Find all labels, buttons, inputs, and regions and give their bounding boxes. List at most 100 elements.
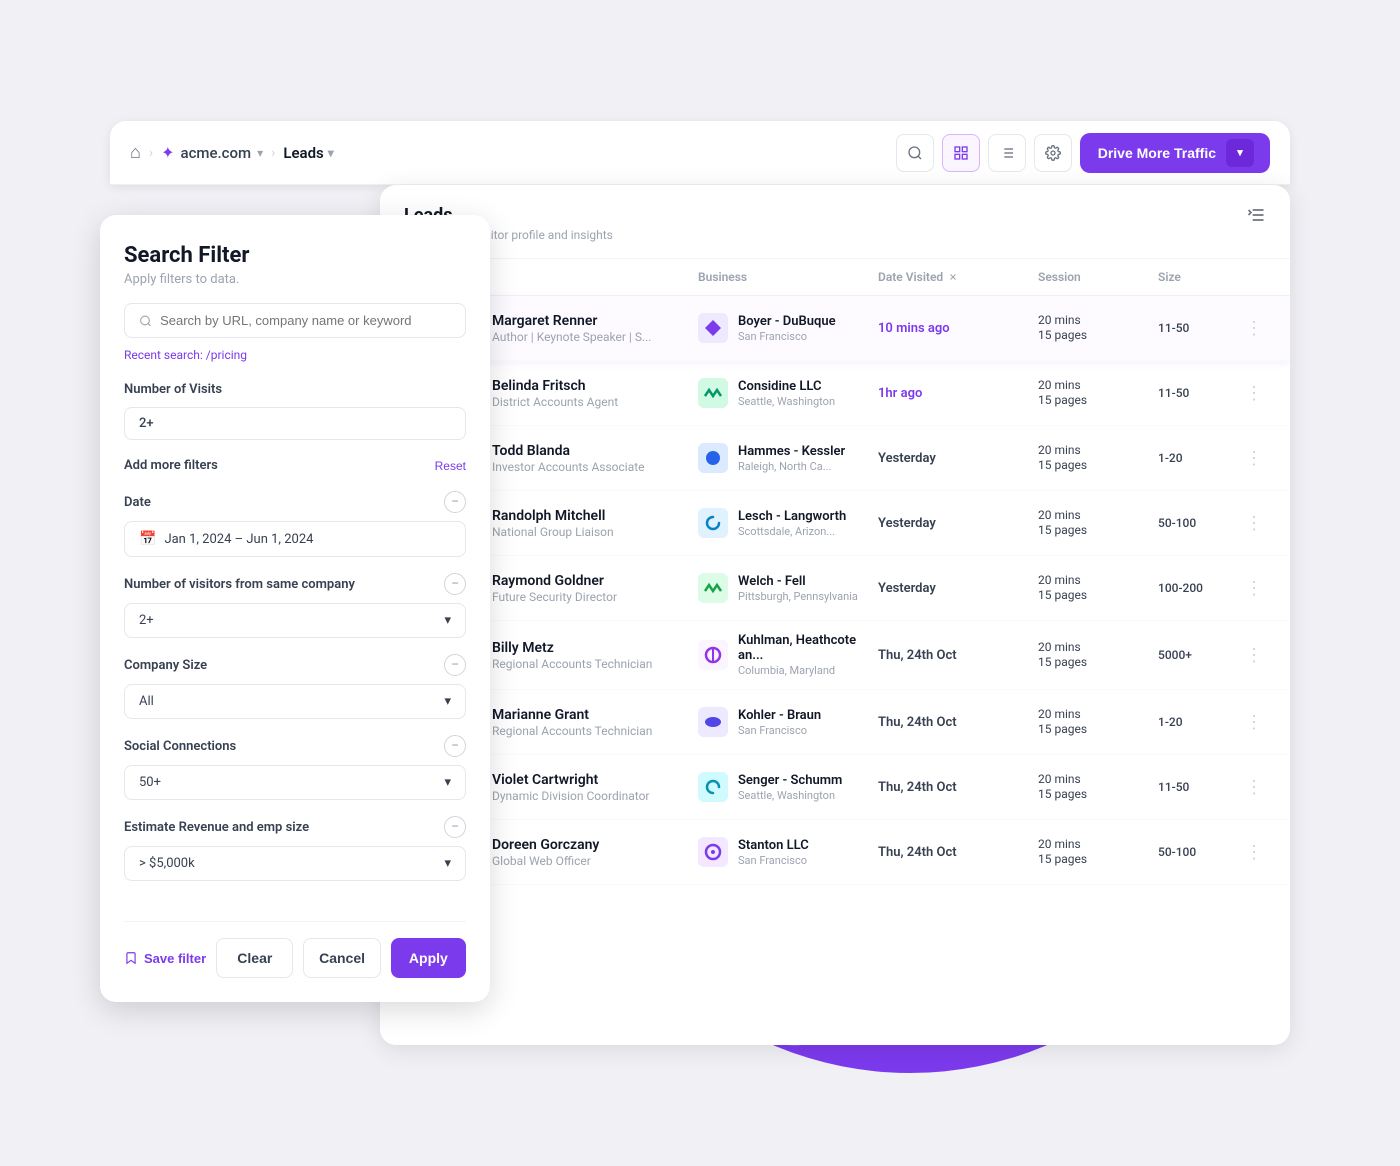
business-text: Hammes - Kessler Raleigh, North Ca... (738, 444, 845, 473)
apply-button[interactable]: Apply (391, 938, 466, 978)
business-name: Boyer - DuBuque (738, 314, 836, 329)
company-size-filter-row: Company Size − All ▾ (124, 654, 466, 719)
table-row: MG Marianne Grant Regional Accounts Tech… (380, 690, 1290, 755)
business-text: Kohler - Braun San Francisco (738, 708, 821, 737)
grid-view-button[interactable] (942, 134, 980, 172)
date-label: Date (124, 495, 151, 510)
date-value: Jan 1, 2024 – Jun 1, 2024 (164, 532, 313, 547)
more-options-button[interactable]: ⋮ (1238, 383, 1270, 404)
company-size-select[interactable]: All ▾ (124, 684, 466, 719)
business-location: Seattle, Washington (738, 789, 842, 802)
session-info: 20 mins 15 pages (1038, 443, 1158, 473)
table-row: RM Randolph Mitchell National Group Liai… (380, 491, 1290, 556)
save-filter-button[interactable]: Save filter (124, 951, 206, 966)
session-duration: 20 mins (1038, 707, 1158, 721)
list-view-button[interactable] (988, 134, 1026, 172)
leads-label: Leads (283, 144, 323, 162)
company-size-remove-button[interactable]: − (444, 654, 466, 676)
size-badge: 100-200 (1158, 581, 1238, 595)
lead-text: Randolph Mitchell National Group Liaison (492, 508, 614, 539)
acme-star-icon: ✦ (161, 143, 174, 162)
social-connections-remove-button[interactable]: − (444, 735, 466, 757)
clear-button[interactable]: Clear (216, 938, 293, 978)
business-logo (698, 837, 728, 867)
lead-name: Belinda Fritsch (492, 378, 618, 394)
more-options-button[interactable]: ⋮ (1238, 712, 1270, 733)
lead-name: Randolph Mitchell (492, 508, 614, 524)
lead-job-title: Dynamic Division Coordinator (492, 789, 650, 803)
same-company-remove-button[interactable]: − (444, 573, 466, 595)
estimate-filter-row: Estimate Revenue and emp size − > $5,000… (124, 816, 466, 881)
business-text: Welch - Fell Pittsburgh, Pennsylvania (738, 574, 858, 603)
lead-job-title: District Accounts Agent (492, 395, 618, 409)
lead-name: Todd Blanda (492, 443, 645, 459)
search-input[interactable] (160, 313, 451, 328)
cancel-button[interactable]: Cancel (303, 938, 380, 978)
more-options-button[interactable]: ⋮ (1238, 645, 1270, 666)
num-visits-section: Number of Visits 2+ (124, 382, 466, 440)
date-remove-button[interactable]: − (444, 491, 466, 513)
th-session: Session (1038, 270, 1158, 284)
th-date-label: Date Visited (878, 270, 943, 284)
search-button[interactable] (896, 134, 934, 172)
session-pages: 15 pages (1038, 588, 1158, 602)
size-badge: 5000+ (1158, 648, 1238, 662)
business-logo (698, 378, 728, 408)
settings-button[interactable] (1034, 134, 1072, 172)
th-business: Business (698, 270, 878, 284)
drive-traffic-button[interactable]: Drive More Traffic ▾ (1080, 133, 1270, 173)
add-more-filters: Add more filters Reset (124, 458, 466, 473)
th-date-visited[interactable]: Date Visited (878, 270, 1038, 284)
session-pages: 15 pages (1038, 523, 1158, 537)
sort-icon[interactable] (1246, 205, 1266, 230)
date-visited: Yesterday (878, 581, 1038, 596)
social-connections-label: Social Connections (124, 739, 236, 754)
business-text: Stanton LLC San Francisco (738, 838, 809, 867)
date-input[interactable]: 📅 Jan 1, 2024 – Jun 1, 2024 (124, 521, 466, 557)
business-info: Considine LLC Seattle, Washington (698, 378, 878, 408)
estimate-select[interactable]: > $5,000k ▾ (124, 846, 466, 881)
filter-footer: Save filter Clear Cancel Apply (124, 921, 466, 978)
business-logo (698, 640, 728, 670)
home-icon[interactable]: ⌂ (130, 142, 141, 163)
more-options-button[interactable]: ⋮ (1238, 513, 1270, 534)
search-box[interactable] (124, 303, 466, 338)
breadcrumb-site[interactable]: ✦ acme.com ▾ (161, 143, 263, 162)
business-location: Seattle, Washington (738, 395, 835, 408)
date-visited: 10 mins ago (878, 321, 1038, 336)
business-name: Lesch - Langworth (738, 509, 846, 524)
business-info: Welch - Fell Pittsburgh, Pennsylvania (698, 573, 878, 603)
social-connections-chevron: ▾ (444, 775, 451, 790)
session-duration: 20 mins (1038, 508, 1158, 522)
drive-traffic-label: Drive More Traffic (1098, 145, 1216, 161)
estimate-remove-button[interactable]: − (444, 816, 466, 838)
table-row: MR Margaret Renner Author | Keynote Spea… (380, 296, 1290, 361)
breadcrumb-leads[interactable]: Leads ▾ (283, 144, 333, 162)
session-pages: 15 pages (1038, 852, 1158, 866)
business-info: Lesch - Langworth Scottsdale, Arizon... (698, 508, 878, 538)
lead-name: Billy Metz (492, 640, 652, 656)
size-badge: 1-20 (1158, 451, 1238, 465)
more-options-button[interactable]: ⋮ (1238, 318, 1270, 339)
same-company-select[interactable]: 2+ ▾ (124, 603, 466, 638)
same-company-label: Number of visitors from same company (124, 577, 355, 592)
lead-job-title: Investor Accounts Associate (492, 460, 645, 474)
more-options-button[interactable]: ⋮ (1238, 448, 1270, 469)
th-size: Size (1158, 270, 1238, 284)
size-badge: 11-50 (1158, 386, 1238, 400)
social-connections-row-header: Social Connections − (124, 735, 466, 757)
leads-table: Lead Business Date Visited Session Size … (380, 259, 1290, 885)
business-info: Senger - Schumm Seattle, Washington (698, 772, 878, 802)
session-info: 20 mins 15 pages (1038, 313, 1158, 343)
session-duration: 20 mins (1038, 443, 1158, 457)
estimate-label: Estimate Revenue and emp size (124, 820, 309, 835)
reset-button[interactable]: Reset (435, 459, 466, 473)
more-options-button[interactable]: ⋮ (1238, 777, 1270, 798)
session-pages: 15 pages (1038, 393, 1158, 407)
business-info: Stanton LLC San Francisco (698, 837, 878, 867)
more-options-button[interactable]: ⋮ (1238, 842, 1270, 863)
social-connections-select[interactable]: 50+ ▾ (124, 765, 466, 800)
more-options-button[interactable]: ⋮ (1238, 578, 1270, 599)
session-duration: 20 mins (1038, 573, 1158, 587)
company-size-value: All (139, 694, 154, 709)
